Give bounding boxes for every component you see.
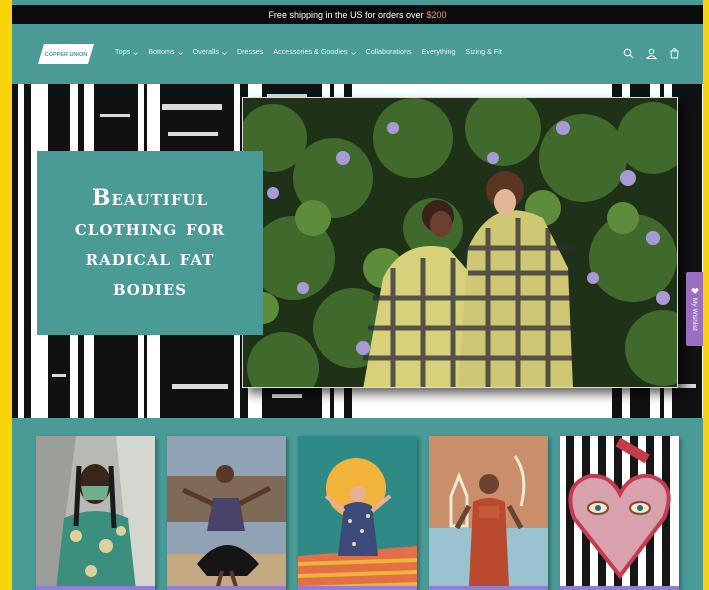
nav-item-collaborations[interactable]: Collaborations bbox=[366, 47, 412, 56]
collection-card-1[interactable] bbox=[36, 436, 155, 590]
chevron-down-icon bbox=[350, 49, 356, 56]
nav-item-bottoms[interactable]: Bottoms bbox=[148, 47, 183, 56]
collection-card-4[interactable] bbox=[429, 436, 548, 590]
collection-card-5[interactable] bbox=[560, 436, 679, 590]
brand-logo[interactable]: COPPER UNION bbox=[36, 42, 96, 66]
hero-headline: Beautiful clothing for radical fat bodie… bbox=[74, 185, 226, 301]
svg-text:COPPER UNION: COPPER UNION bbox=[45, 52, 88, 58]
hero-headline-box: Beautiful clothing for radical fat bodie… bbox=[37, 151, 263, 335]
nav-item-label: Accessories & Goodies bbox=[273, 47, 348, 56]
hero-banner[interactable]: Beautiful clothing for radical fat bodie… bbox=[12, 84, 703, 418]
site-header: COPPER UNION Tops Bottoms Overalls Dresses A… bbox=[12, 24, 703, 82]
card-accent-band bbox=[560, 586, 679, 590]
card-accent-band bbox=[167, 586, 286, 590]
heart-icon bbox=[691, 287, 699, 295]
nav-item-tops[interactable]: Tops bbox=[115, 47, 138, 56]
nav-item-sizing-fit[interactable]: Sizing & Fit bbox=[466, 47, 502, 56]
nav-item-label: Overalls bbox=[192, 47, 219, 56]
card-accent-band bbox=[36, 586, 155, 590]
wishlist-tab[interactable]: My Wishlist bbox=[686, 272, 703, 346]
nav-item-label: Tops bbox=[115, 47, 131, 56]
nav-item-dresses[interactable]: Dresses bbox=[237, 47, 263, 56]
nav-item-label: Everything bbox=[421, 47, 456, 56]
chevron-down-icon bbox=[177, 49, 183, 56]
collection-card-2[interactable] bbox=[167, 436, 286, 590]
collection-cards bbox=[12, 436, 703, 590]
wishlist-label: My Wishlist bbox=[691, 298, 698, 331]
card-accent-band bbox=[429, 586, 548, 590]
card-accent-band bbox=[298, 586, 417, 590]
hero-photo bbox=[242, 97, 678, 388]
search-icon[interactable] bbox=[623, 46, 634, 59]
nav-item-label: Sizing & Fit bbox=[465, 47, 502, 56]
collection-card-3[interactable] bbox=[298, 436, 417, 590]
chevron-down-icon bbox=[222, 49, 227, 56]
nav-item-label: Dresses bbox=[236, 47, 264, 56]
announcement-bar: Free shipping in the US for orders over … bbox=[12, 5, 703, 24]
announcement-amount: $200 bbox=[426, 9, 447, 20]
chevron-down-icon bbox=[133, 49, 138, 56]
announcement-text: Free shipping in the US for orders over bbox=[268, 9, 424, 20]
nav-item-overalls[interactable]: Overalls bbox=[193, 47, 227, 56]
nav-item-everything[interactable]: Everything bbox=[422, 47, 456, 56]
nav-item-accessories-goodies[interactable]: Accessories & Goodies bbox=[273, 47, 356, 56]
nav-item-label: Bottoms bbox=[148, 47, 175, 56]
account-icon[interactable] bbox=[645, 46, 658, 59]
header-icons bbox=[623, 46, 680, 59]
main-nav: Tops Bottoms Overalls Dresses Accessories & … bbox=[115, 47, 502, 56]
page-frame: Free shipping in the US for orders over … bbox=[12, 0, 703, 590]
cart-icon[interactable] bbox=[669, 46, 680, 59]
nav-item-label: Collaborations bbox=[365, 47, 412, 56]
